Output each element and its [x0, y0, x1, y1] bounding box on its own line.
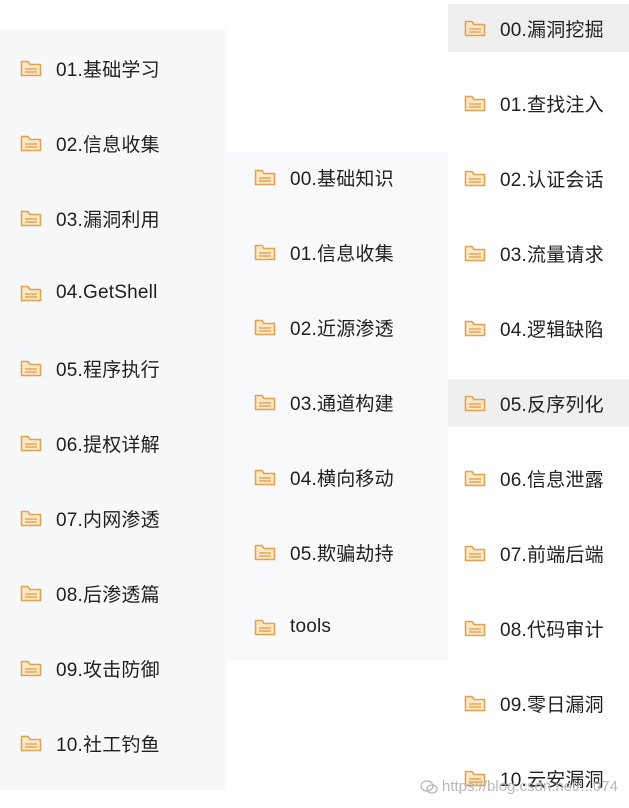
folder-item[interactable]: 01.查找注入 [448, 79, 629, 127]
folder-label: 01.信息收集 [290, 243, 394, 265]
folder-icon [464, 470, 486, 487]
folder-icon [20, 585, 42, 602]
folder-icon [464, 95, 486, 112]
folder-label: 05.程序执行 [56, 359, 160, 381]
folder-label: 05.反序列化 [500, 394, 604, 416]
folder-label: 00.漏洞挖掘 [500, 19, 604, 41]
folder-icon [464, 695, 486, 712]
folder-label: 03.通道构建 [290, 393, 394, 415]
folder-icon [464, 320, 486, 337]
folder-item[interactable]: 05.欺骗劫持 [226, 528, 448, 576]
folder-item[interactable]: 05.程序执行 [0, 344, 226, 392]
folder-item[interactable]: 09.零日漏洞 [448, 679, 629, 727]
folder-item[interactable]: 05.反序列化 [448, 379, 629, 427]
folder-icon [20, 660, 42, 677]
folder-item[interactable]: 07.前端后端 [448, 529, 629, 577]
folder-icon [20, 360, 42, 377]
folder-item[interactable]: 00.漏洞挖掘 [448, 4, 629, 52]
folder-label: 00.基础知识 [290, 168, 394, 190]
folder-item[interactable]: 00.基础知识 [226, 153, 448, 201]
folder-icon [254, 169, 276, 186]
folder-label: 09.攻击防御 [56, 659, 160, 681]
folder-label: 02.信息收集 [56, 134, 160, 156]
folder-column-2: 00.基础知识 01.信息收集 02.近源渗透 03.通道构建 04.横向移动 05.欺骗… [226, 152, 448, 660]
folder-label: 04.横向移动 [290, 468, 394, 490]
folder-item[interactable]: 02.近源渗透 [226, 303, 448, 351]
folder-icon [254, 469, 276, 486]
folder-icon [464, 545, 486, 562]
folder-label: 06.信息泄露 [500, 469, 604, 491]
folder-label: 03.漏洞利用 [56, 209, 160, 231]
folder-label: 02.近源渗透 [290, 318, 394, 340]
folder-label: 06.提权详解 [56, 434, 160, 456]
folder-item[interactable]: 10.社工钓鱼 [0, 719, 226, 767]
folder-item[interactable]: 03.流量请求 [448, 229, 629, 277]
folder-item[interactable]: 08.代码审计 [448, 604, 629, 652]
folder-icon [254, 394, 276, 411]
folder-icon [20, 510, 42, 527]
folder-icon [20, 435, 42, 452]
folder-label: 07.前端后端 [500, 544, 604, 566]
folder-item[interactable]: 01.信息收集 [226, 228, 448, 276]
folder-icon [464, 245, 486, 262]
folder-column-3: 00.漏洞挖掘 01.查找注入 02.认证会话 03.流量请求 04.逻辑缺陷 05.反序… [448, 0, 629, 808]
folder-label: tools [290, 616, 332, 637]
folder-icon [254, 544, 276, 561]
folder-icon [254, 619, 276, 636]
wechat-icon [420, 780, 438, 794]
folder-item[interactable]: 04.横向移动 [226, 453, 448, 501]
folder-label: 09.零日漏洞 [500, 694, 604, 716]
folder-label: 08.代码审计 [500, 619, 604, 641]
watermark: https://blog.csdn.net/...074 [420, 778, 618, 796]
folder-icon [464, 20, 486, 37]
folder-item[interactable]: 08.后渗透篇 [0, 569, 226, 617]
folder-icon [20, 210, 42, 227]
folder-item[interactable]: 07.内网渗透 [0, 494, 226, 542]
folder-item[interactable]: 02.信息收集 [0, 119, 226, 167]
folder-item[interactable]: tools [226, 603, 448, 651]
folder-label: 01.基础学习 [56, 59, 160, 81]
folder-label: 10.社工钓鱼 [56, 734, 160, 756]
folder-item[interactable]: 01.基础学习 [0, 44, 226, 92]
folder-icon [20, 735, 42, 752]
folder-icon [464, 395, 486, 412]
folder-item[interactable]: 03.通道构建 [226, 378, 448, 426]
folder-item[interactable]: 04.逻辑缺陷 [448, 304, 629, 352]
folder-label: 01.查找注入 [500, 94, 604, 116]
folder-icon [254, 319, 276, 336]
folder-label: 03.流量请求 [500, 244, 604, 266]
folder-icon [20, 285, 42, 302]
folder-icon [20, 135, 42, 152]
folder-label: 08.后渗透篇 [56, 584, 160, 606]
folder-icon [464, 620, 486, 637]
folder-label: 02.认证会话 [500, 169, 604, 191]
folder-item[interactable]: 03.漏洞利用 [0, 194, 226, 242]
folder-item[interactable]: 06.信息泄露 [448, 454, 629, 502]
folder-label: 07.内网渗透 [56, 509, 160, 531]
folder-item[interactable]: 09.攻击防御 [0, 644, 226, 692]
folder-item[interactable]: 04.GetShell [0, 269, 226, 317]
folder-icon [254, 244, 276, 261]
folder-label: 04.GetShell [56, 282, 158, 303]
folder-icon [464, 170, 486, 187]
folder-item[interactable]: 02.认证会话 [448, 154, 629, 202]
folder-item[interactable]: 06.提权详解 [0, 419, 226, 467]
folder-column-1: 01.基础学习 02.信息收集 03.漏洞利用 04.GetShell 05.程序执行 0… [0, 30, 226, 790]
folder-icon [20, 60, 42, 77]
folder-label: 04.逻辑缺陷 [500, 319, 604, 341]
watermark-text: https://blog.csdn.net/...074 [442, 778, 618, 795]
folder-label: 05.欺骗劫持 [290, 543, 394, 565]
